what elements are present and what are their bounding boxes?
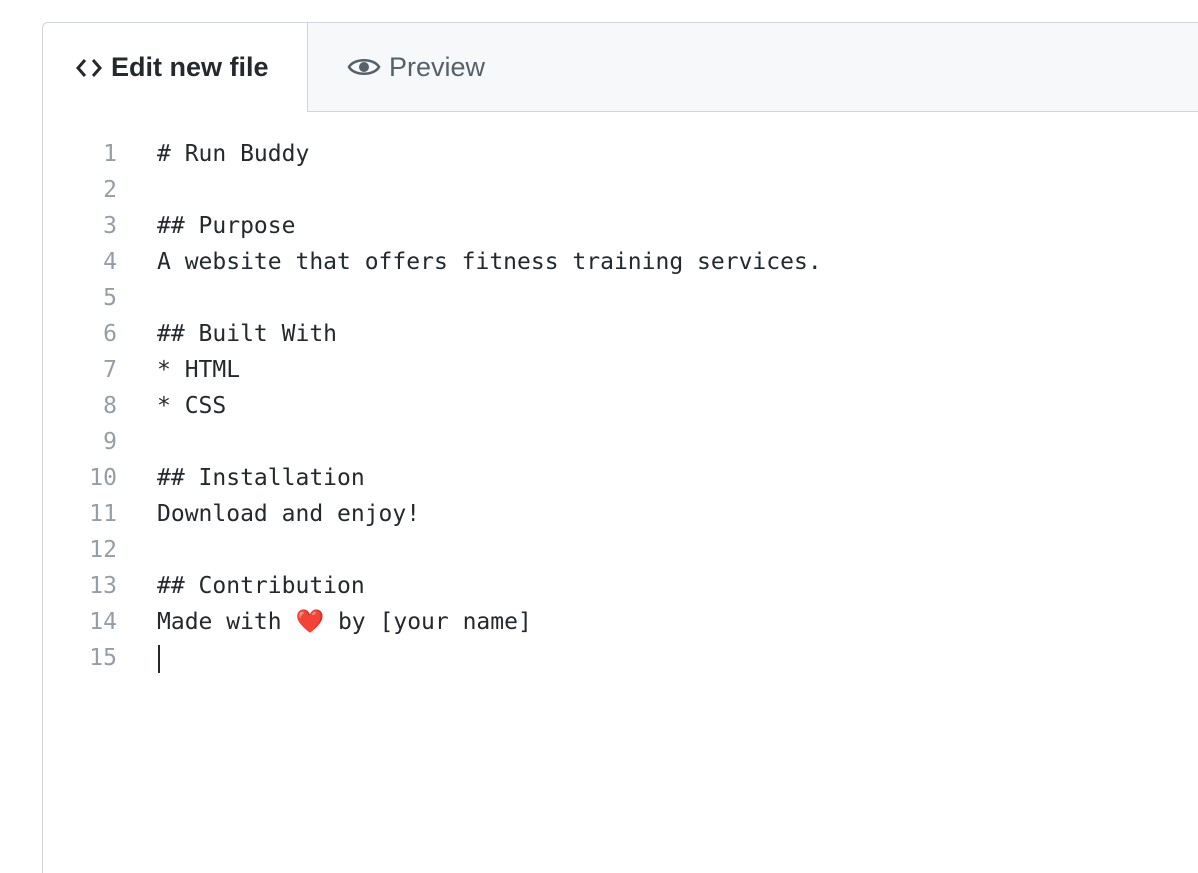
code-line: 4 A website that offers fitness training… — [43, 244, 1198, 280]
tab-edit-new-file[interactable]: Edit new file — [43, 23, 308, 112]
code-line: 9 — [43, 424, 1198, 460]
code-line: 10 ## Installation — [43, 460, 1198, 496]
line-text[interactable]: # Run Buddy — [157, 136, 309, 172]
tab-edit-label: Edit new file — [111, 52, 269, 82]
code-editor[interactable]: 1 # Run Buddy 2 3 ## Purpose 4 A website… — [43, 136, 1198, 676]
code-line: 14 Made with ❤️ by [your name] — [43, 604, 1198, 640]
code-icon — [75, 57, 103, 79]
code-line: 2 — [43, 172, 1198, 208]
line-text[interactable]: A website that offers fitness training s… — [157, 244, 822, 280]
editor-tabbar: Edit new file Preview — [43, 23, 1198, 112]
line-number: 8 — [103, 393, 117, 419]
line-number: 11 — [89, 501, 117, 527]
line-text[interactable]: ## Installation — [157, 460, 365, 496]
code-line: 11 Download and enjoy! — [43, 496, 1198, 532]
code-line: 6 ## Built With — [43, 316, 1198, 352]
file-editor: Edit new file Preview 1 # Run Buddy 2 3 … — [42, 22, 1198, 873]
code-line: 13 ## Contribution — [43, 568, 1198, 604]
code-line: 15 — [43, 640, 1198, 676]
line-number: 1 — [103, 141, 117, 167]
code-line: 12 — [43, 532, 1198, 568]
line-text[interactable]: * HTML — [157, 352, 240, 388]
line-number: 5 — [103, 285, 117, 311]
line-text[interactable]: * CSS — [157, 388, 226, 424]
line-number: 15 — [89, 645, 117, 671]
line-text[interactable]: Download and enjoy! — [157, 496, 420, 532]
code-line: 8 * CSS — [43, 388, 1198, 424]
line-number: 12 — [89, 537, 117, 563]
code-line: 5 — [43, 280, 1198, 316]
line-text[interactable]: ## Contribution — [157, 568, 365, 604]
line-number: 4 — [103, 249, 117, 275]
line-number: 9 — [103, 429, 117, 455]
eye-icon — [347, 55, 381, 79]
code-line: 3 ## Purpose — [43, 208, 1198, 244]
line-text[interactable]: ## Built With — [157, 316, 337, 352]
code-line: 1 # Run Buddy — [43, 136, 1198, 172]
line-number: 2 — [103, 177, 117, 203]
code-line: 7 * HTML — [43, 352, 1198, 388]
tab-preview-label: Preview — [389, 51, 486, 82]
text-cursor — [158, 645, 160, 673]
line-number: 7 — [103, 357, 117, 383]
tab-preview[interactable]: Preview — [309, 23, 485, 111]
line-text[interactable]: Made with ❤️ by [your name] — [157, 604, 532, 640]
line-number: 6 — [103, 321, 117, 347]
line-number: 14 — [89, 609, 117, 635]
line-text[interactable]: ## Purpose — [157, 208, 295, 244]
line-number: 10 — [89, 465, 117, 491]
line-number: 3 — [103, 213, 117, 239]
line-number: 13 — [89, 573, 117, 599]
